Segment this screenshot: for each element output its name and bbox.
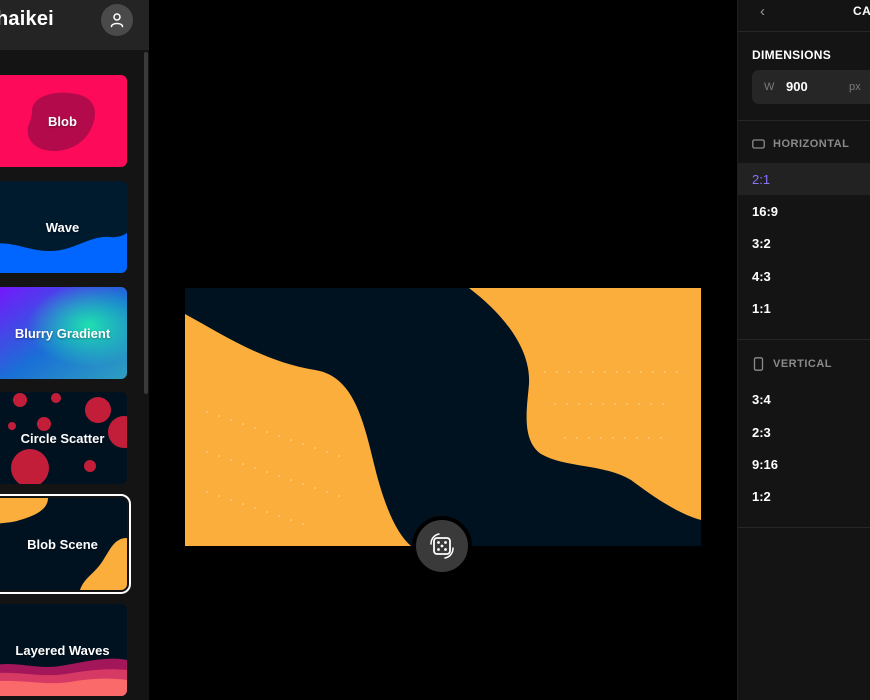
ratio-option-16-9[interactable]: 16:9 xyxy=(752,204,778,219)
ratio-option-4-3[interactable]: 4:3 xyxy=(752,269,771,284)
card-label: Blob Scene xyxy=(27,536,98,552)
ratio-option-2-3[interactable]: 2:3 xyxy=(752,425,771,440)
blob-scene-preview xyxy=(185,288,701,546)
generator-card-layered-waves[interactable]: Layered Waves xyxy=(0,604,127,696)
divider xyxy=(738,120,870,121)
generator-card-blurry-gradient[interactable]: Blurry Gradient xyxy=(0,287,127,379)
width-input[interactable]: 900 xyxy=(786,79,808,94)
account-button[interactable] xyxy=(101,4,133,36)
sidebar-header: haikei xyxy=(0,0,149,50)
canvas-settings-panel: ‹ CA DIMENSIONS W 900 px HORIZONTAL 2:1 … xyxy=(737,0,870,700)
width-unit: px xyxy=(849,81,861,93)
landscape-rect-icon xyxy=(752,139,765,149)
ratio-option-9-16[interactable]: 9:16 xyxy=(752,457,778,472)
panel-title: CA xyxy=(853,4,870,18)
dimensions-title: DIMENSIONS xyxy=(752,48,832,62)
ratio-option-2-1[interactable]: 2:1 xyxy=(752,172,770,187)
vertical-label: VERTICAL xyxy=(773,358,832,370)
card-label: Layered Waves xyxy=(15,642,110,658)
dice-icon xyxy=(430,533,454,559)
card-label: Wave xyxy=(45,219,80,235)
horizontal-group-title: HORIZONTAL xyxy=(752,138,849,150)
divider xyxy=(738,339,870,340)
card-label: Blurry Gradient xyxy=(14,325,111,341)
divider xyxy=(738,527,870,528)
ratio-option-1-2[interactable]: 1:2 xyxy=(752,489,771,504)
user-icon xyxy=(110,13,124,28)
portrait-rect-icon xyxy=(753,357,764,371)
width-field[interactable]: W 900 px xyxy=(752,70,870,104)
chevron-left-icon[interactable]: ‹ xyxy=(760,3,765,20)
randomize-button[interactable] xyxy=(412,516,472,576)
sidebar-scrollbar[interactable] xyxy=(144,52,148,394)
ratio-option-3-2[interactable]: 3:2 xyxy=(752,236,771,251)
generator-card-blob-scene[interactable]: Blob Scene xyxy=(0,494,131,594)
ratio-option-1-1[interactable]: 1:1 xyxy=(752,301,771,316)
vertical-group-title: VERTICAL xyxy=(752,357,832,371)
ratio-option-3-4[interactable]: 3:4 xyxy=(752,392,771,407)
card-label: Blob xyxy=(48,113,77,129)
generator-sidebar: haikei Blob Wave Blurry Gradient Circle … xyxy=(0,0,149,700)
card-label: Circle Scatter xyxy=(20,430,105,446)
canvas-preview[interactable] xyxy=(185,288,701,546)
app-logo[interactable]: haikei xyxy=(0,8,54,31)
generator-card-circle-scatter[interactable]: Circle Scatter xyxy=(0,392,127,484)
panel-header: ‹ CA xyxy=(738,0,870,32)
generator-card-blob[interactable]: Blob xyxy=(0,75,127,167)
horizontal-label: HORIZONTAL xyxy=(773,138,850,150)
generator-card-wave[interactable]: Wave xyxy=(0,181,127,273)
width-label: W xyxy=(764,81,775,93)
